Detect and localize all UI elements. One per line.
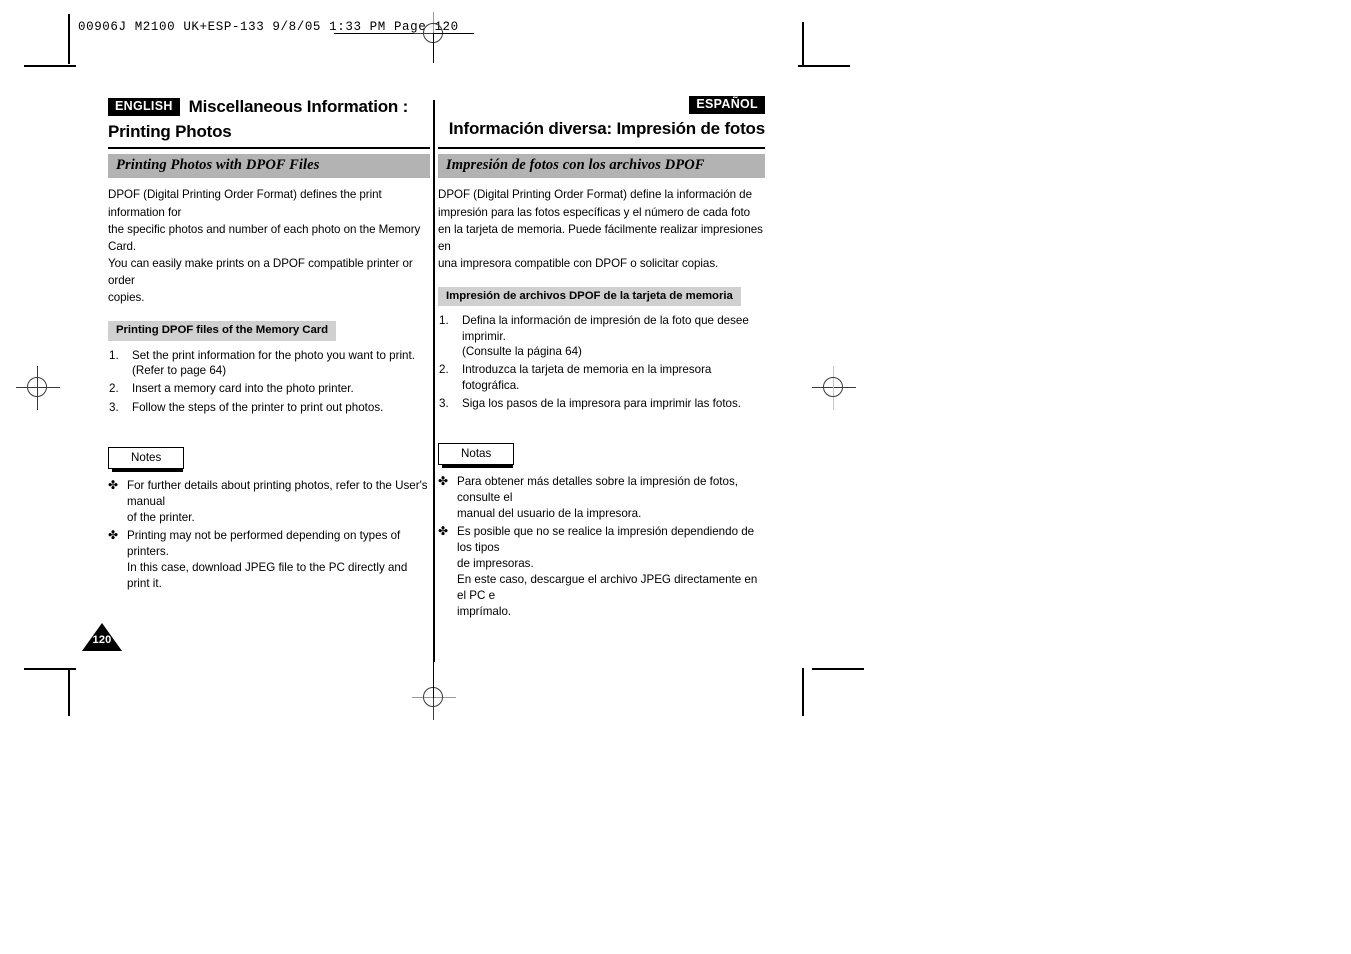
- step-text: Defina la información de impresión de la…: [462, 314, 749, 343]
- english-column: Printing Photos with DPOF Files DPOF (Di…: [108, 154, 430, 594]
- step-text: Siga los pasos de la impresora para impr…: [462, 396, 742, 410]
- spanish-notes-list: ✤ Para obtener más detalles sobre la imp…: [438, 474, 765, 620]
- note-text: Es posible que no se realice la impresió…: [457, 525, 755, 555]
- step-number: 3.: [109, 400, 119, 414]
- english-notes-block: Notes ✤ For further details about printi…: [108, 446, 430, 592]
- crop-mark-top-center-vert: [433, 33, 435, 63]
- spanish-intro-line: impresión para las fotos específicas y e…: [438, 205, 751, 219]
- crop-mark-top-right-v: [802, 22, 804, 66]
- spanish-intro-line: DPOF (Digital Printing Order Format) def…: [438, 188, 752, 202]
- step-subtext: (Refer to page 64): [132, 364, 227, 378]
- list-item: ✤ Printing may not be performed dependin…: [108, 528, 430, 592]
- list-item: 2. Insert a memory card into the photo p…: [108, 381, 430, 396]
- english-section-bar: Printing Photos with DPOF Files: [108, 154, 430, 179]
- english-intro-line: the specific photos and number of each p…: [108, 222, 421, 253]
- crop-mark-top-left-h: [24, 65, 76, 67]
- note-subtext: de impresoras.: [457, 557, 534, 571]
- reg-ring: [823, 377, 843, 397]
- list-item: ✤ Es posible que no se realice la impres…: [438, 524, 765, 620]
- registration-mark-left-middle: [16, 366, 60, 410]
- list-item: 3. Siga los pasos de la impresora para i…: [438, 396, 765, 411]
- note-bullet-icon: ✤: [438, 524, 449, 539]
- note-text: Printing may not be performed depending …: [127, 528, 401, 558]
- page-header-area: ENGLISH Miscellaneous Information : Print…: [108, 96, 765, 150]
- english-intro-line: DPOF (Digital Printing Order Format) def…: [108, 188, 382, 219]
- step-text: Follow the steps of the printer to print…: [132, 400, 384, 414]
- note-subtext: In this case, download JPEG file to the …: [127, 560, 408, 590]
- list-item: 1. Defina la información de impresión de…: [438, 313, 765, 359]
- note-text: Para obtener más detalles sobre la impre…: [457, 475, 738, 505]
- crop-mark-bottom-left-v: [68, 668, 70, 716]
- english-intro-line: You can easily make prints on a DPOF com…: [108, 257, 413, 288]
- english-intro-paragraph: DPOF (Digital Printing Order Format) def…: [108, 186, 430, 306]
- registration-mark-right-middle: [812, 366, 856, 410]
- english-intro-line: copies.: [108, 291, 145, 305]
- spanish-intro-line: una impresora compatible con DPOF o soli…: [438, 257, 719, 271]
- english-notes-label: Notes: [108, 446, 185, 469]
- step-number: 1.: [439, 314, 449, 328]
- english-header-rule: [108, 147, 430, 149]
- page-header: ENGLISH Miscellaneous Information : Print…: [108, 96, 765, 150]
- spanish-section-bar: Impresión de fotos con los archivos DPOF: [438, 154, 765, 179]
- note-text: For further details about printing photo…: [127, 478, 428, 508]
- list-item: 3. Follow the steps of the printer to pr…: [108, 400, 430, 415]
- crop-mark-top-left-v: [68, 14, 70, 64]
- column-divider: [433, 100, 435, 662]
- note-bullet-icon: ✤: [438, 474, 449, 489]
- spanish-title: Información diversa: Impresión de fotos: [448, 119, 765, 138]
- note-bullet-icon: ✤: [108, 527, 119, 542]
- page-number-marker: 120: [82, 623, 122, 651]
- spanish-header-rule: [438, 147, 765, 149]
- english-language-tag: ENGLISH: [108, 98, 180, 116]
- spanish-sub-heading: Impresión de archivos DPOF de la tarjeta…: [438, 287, 741, 307]
- english-sub-heading: Printing DPOF files of the Memory Card: [108, 321, 337, 341]
- list-item: ✤ Para obtener más detalles sobre la imp…: [438, 474, 765, 522]
- note-subtext: imprímalo.: [457, 604, 512, 618]
- step-number: 2.: [109, 382, 119, 396]
- step-text: Set the print information for the photo …: [132, 348, 415, 362]
- print-job-slug: 00906J M2100 UK+ESP-133 9/8/05 1:33 PM P…: [78, 20, 459, 34]
- spanish-language-tag: ESPAÑOL: [689, 96, 765, 114]
- spanish-column: Impresión de fotos con los archivos DPOF…: [438, 154, 765, 622]
- list-item: 1. Set the print information for the pho…: [108, 348, 430, 379]
- english-notes-tab-holder: Notes: [108, 446, 185, 472]
- crop-mark-top-center-right: [434, 33, 474, 34]
- spanish-steps-list: 1. Defina la información de impresión de…: [438, 313, 765, 411]
- step-number: 3.: [439, 396, 449, 410]
- note-bullet-icon: ✤: [108, 477, 119, 492]
- spanish-notes-label: Notas: [438, 443, 515, 466]
- step-number: 2.: [439, 363, 449, 377]
- english-title-line2: Printing Photos: [108, 121, 232, 141]
- crop-mark-bottom-right-v: [802, 668, 804, 716]
- crop-mark-bottom-center-vert: [433, 660, 435, 698]
- crop-mark-bottom-right-h: [812, 668, 864, 670]
- list-item: ✤ For further details about printing pho…: [108, 478, 430, 526]
- step-text: Insert a memory card into the photo prin…: [132, 382, 354, 396]
- spanish-notes-tab-holder: Notas: [438, 443, 515, 469]
- spanish-notes-block: Notas ✤ Para obtener más detalles sobre …: [438, 443, 765, 620]
- step-number: 1.: [109, 348, 119, 362]
- spanish-header: ESPAÑOL Información diversa: Impresión d…: [438, 96, 765, 140]
- english-title-line1: Miscellaneous Information :: [188, 97, 409, 116]
- note-subtext: En este caso, descargue el archivo JPEG …: [457, 573, 758, 602]
- english-notes-list: ✤ For further details about printing pho…: [108, 478, 430, 592]
- step-subtext: (Consulte la página 64): [462, 345, 582, 359]
- reg-ring: [27, 377, 47, 397]
- crop-mark-top-right-h: [798, 65, 850, 67]
- crop-mark-top-center-left: [334, 33, 414, 34]
- spanish-intro-paragraph: DPOF (Digital Printing Order Format) def…: [438, 186, 765, 272]
- step-text: Introduzca la tarjeta de memoria en la i…: [462, 363, 712, 392]
- list-item: 2. Introduzca la tarjeta de memoria en l…: [438, 362, 765, 393]
- english-steps-list: 1. Set the print information for the pho…: [108, 348, 430, 415]
- english-header: ENGLISH Miscellaneous Information : Print…: [108, 96, 426, 143]
- note-subtext: manual del usuario de la impresora.: [457, 507, 642, 521]
- page-number-text: 120: [92, 634, 112, 646]
- note-subtext: of the printer.: [127, 510, 195, 524]
- spanish-intro-line: en la tarjeta de memoria. Puede fácilmen…: [438, 222, 763, 253]
